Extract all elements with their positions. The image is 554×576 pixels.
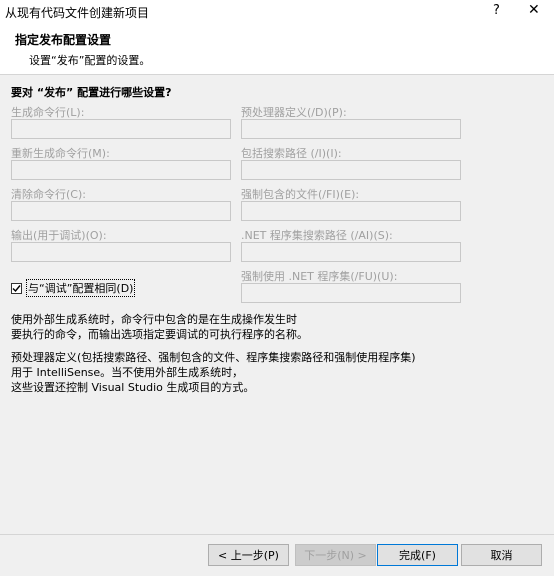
description-line-5: 这些设置还控制 Visual Studio 生成项目的方式。 (11, 381, 255, 394)
window-title: 从现有代码文件创建新项目 (5, 6, 150, 20)
next-button[interactable]: 下一步(N) > (295, 544, 376, 566)
same-as-debug-checkbox[interactable]: 与“调试”配置相同(D) (11, 279, 136, 297)
checkbox-checked-icon[interactable] (11, 282, 22, 294)
back-button[interactable]: < 上一步(P) (208, 544, 289, 566)
page-title: 指定发布配置设置 (15, 33, 112, 47)
clean-command-label: 清除命令行(C): (11, 188, 86, 201)
build-command-input[interactable] (11, 119, 231, 139)
description-line-3: 预处理器定义(包括搜索路径、强制包含的文件、程序集搜索路径和强制使用程序集) (11, 351, 416, 364)
description-line-4: 用于 IntelliSense。当不使用外部生成系统时， (11, 366, 244, 379)
cancel-button[interactable]: 取消 (461, 544, 542, 566)
assembly-search-input[interactable] (241, 242, 461, 262)
forced-using-input[interactable] (241, 283, 461, 303)
forced-using-label: 强制使用 .NET 程序集(/FU)(U): (241, 270, 398, 283)
output-label: 输出(用于调试)(O): (11, 229, 107, 242)
forced-include-input[interactable] (241, 201, 461, 221)
description-line-2: 要执行的命令，而输出选项指定要调试的可执行程序的名称。 (11, 328, 308, 341)
output-input[interactable] (11, 242, 231, 262)
help-button[interactable]: ? (493, 3, 500, 18)
preprocessor-input[interactable] (241, 119, 461, 139)
description-line-1: 使用外部生成系统时，命令行中包含的是在生成操作发生时 (11, 313, 297, 326)
forced-include-label: 强制包含的文件(/FI)(E): (241, 188, 360, 201)
clean-command-input[interactable] (11, 201, 231, 221)
rebuild-command-input[interactable] (11, 160, 231, 180)
assembly-search-label: .NET 程序集搜索路径 (/AI)(S): (241, 229, 393, 242)
preprocessor-label: 预处理器定义(/D)(P): (241, 106, 347, 119)
same-as-debug-label[interactable]: 与“调试”配置相同(D) (26, 279, 136, 297)
settings-question: 要对 “发布” 配置进行哪些设置? (11, 86, 172, 99)
include-path-input[interactable] (241, 160, 461, 180)
title-bar: 从现有代码文件创建新项目 ? ✕ (0, 0, 554, 25)
rebuild-command-label: 重新生成命令行(M): (11, 147, 110, 160)
page-subtitle: 设置“发布”配置的设置。 (29, 54, 151, 67)
footer-divider (0, 534, 554, 535)
close-button[interactable]: ✕ (528, 2, 540, 18)
build-command-label: 生成命令行(L): (11, 106, 85, 119)
wizard-header: 指定发布配置设置 设置“发布”配置的设置。 (0, 24, 554, 75)
finish-button[interactable]: 完成(F) (377, 544, 458, 566)
include-path-label: 包括搜索路径 (/I)(I): (241, 147, 342, 160)
